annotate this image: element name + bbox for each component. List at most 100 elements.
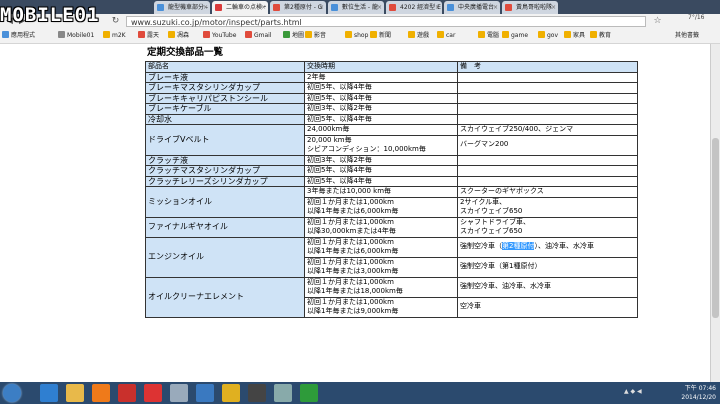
interval-cell: 2年毎 (304, 71, 458, 83)
browser-tab[interactable]: 中央廣播電台 × (444, 1, 500, 14)
browser-tab[interactable]: 4202 經濟型 E × (386, 1, 442, 14)
bookmark-label: m2K (112, 32, 126, 39)
bookmark-label: 影音 (314, 32, 327, 39)
tab-label: 數位生活 - 龍 (342, 4, 378, 11)
notes-cell (457, 113, 638, 125)
app-green-icon[interactable] (300, 384, 318, 402)
clock-time: 下午 07:46 (684, 385, 716, 392)
bookmark-label: Mobile01 (67, 32, 95, 39)
calculator-icon[interactable] (274, 384, 292, 402)
bookmark-item[interactable]: gov (538, 29, 558, 43)
address-input[interactable]: www.suzuki.co.jp/motor/inspect/parts.htm… (126, 16, 646, 27)
notes-cell (457, 175, 638, 187)
interval-cell: 初回3年、以降2年毎 (304, 103, 458, 115)
ie-icon[interactable] (40, 384, 58, 402)
part-name-cell: クラッチ液 (145, 154, 305, 166)
chrome-icon[interactable] (222, 384, 240, 402)
bookmark-label: 地圖 (292, 32, 305, 39)
browser-tab[interactable]: 黃鳥哥啦啦隊 × (502, 1, 558, 14)
tab-close-icon[interactable]: × (377, 1, 382, 14)
bookmark-item[interactable]: Mobile01 (58, 29, 94, 43)
notes-cell (457, 103, 638, 115)
tab-favicon-icon (331, 4, 338, 11)
bookmark-label: YouTube (212, 32, 237, 39)
tab-close-icon[interactable]: × (551, 1, 556, 14)
media-player-icon[interactable] (92, 384, 110, 402)
app-red-icon[interactable] (144, 384, 162, 402)
bookmark-item[interactable]: 遊戲 (408, 29, 429, 43)
explorer-icon[interactable] (66, 384, 84, 402)
bookmark-icon (408, 31, 415, 38)
part-name-cell: ミッションオイル (145, 186, 305, 218)
tab-favicon-icon (389, 4, 396, 11)
bookmark-label: 家具 (573, 32, 586, 39)
scrollbar-thumb[interactable] (712, 138, 719, 318)
tools-icon[interactable] (170, 384, 188, 402)
part-name-cell: ファイナルギヤオイル (145, 216, 305, 238)
tab-close-icon[interactable]: × (261, 1, 266, 14)
part-name-cell: ブレーキ液 (145, 71, 305, 83)
table-row: ブレーキマスタシリンダカップ 初回5年、以降4年毎 (145, 82, 638, 94)
part-name-cell: オイルクリーナエレメント (145, 276, 305, 318)
header-interval: 交換時期 (304, 61, 458, 73)
start-button[interactable] (3, 384, 21, 402)
app-blue-icon[interactable] (196, 384, 214, 402)
notes-cell: 強制空冷車（第1種原付） (457, 256, 638, 278)
header-part: 部品名 (145, 61, 305, 73)
selected-text[interactable]: 第2種原付 (502, 242, 535, 251)
bookmark-item[interactable]: game (502, 29, 528, 43)
bookmark-item[interactable]: YouTube (203, 29, 236, 43)
notes-cell: 強制空冷車、油冷車、水冷車 (457, 276, 638, 298)
app-dark-icon[interactable] (248, 384, 266, 402)
bookmark-icon (103, 31, 110, 38)
bookmark-item[interactable]: car (437, 29, 455, 43)
bookmark-label: 露天 (147, 32, 160, 39)
table-row: ドライブVベルト 24,000km毎 スカイウェイブ250/400、ジェンマ (145, 124, 638, 156)
browser-tab[interactable]: 龍型機車部分 - × (154, 1, 210, 14)
bookmark-item[interactable]: 應用程式 (2, 29, 35, 43)
bookmark-label: 教育 (599, 32, 612, 39)
bookmark-icon (478, 31, 485, 38)
vertical-scrollbar[interactable] (710, 44, 720, 382)
star-icon[interactable]: ☆ (652, 16, 663, 27)
table-row: クラッチレリーズシリンダカップ 初回5年、以降4年毎 (145, 175, 638, 187)
browser-tab[interactable]: 第2種原付 - G × (270, 1, 326, 14)
part-name-cell: ブレーキケーブル (145, 103, 305, 115)
bookmark-item[interactable]: 影音 (305, 29, 326, 43)
bookmark-item[interactable]: 新聞 (370, 29, 391, 43)
page-content: 定期交換部品一覧 部品名 交換時期 備 考 ブレーキ液 2年毎 ブレーキマスタシリン… (0, 44, 710, 382)
bookmark-item[interactable]: m2K (103, 29, 126, 43)
bookmark-item[interactable]: 露天 (138, 29, 159, 43)
pinned-app-icon[interactable] (118, 384, 136, 402)
browser-tab[interactable]: 二輪車の点検・ × (212, 1, 268, 14)
header-notes: 備 考 (457, 61, 638, 73)
bookmark-item[interactable]: 家具 (564, 29, 585, 43)
tab-close-icon[interactable]: × (435, 1, 440, 14)
interval-cell: 初回5年、以降4年毎 (304, 165, 458, 177)
bookmark-item[interactable]: 凋森 (168, 29, 189, 43)
interval-cell: 初回１か月または1,000km 以降30,000kmまたは4年毎 (304, 216, 458, 238)
other-bookmarks[interactable]: 其他書籤 (675, 29, 699, 43)
bookmark-item[interactable]: Gmail (245, 29, 272, 43)
interval-cell: 初回１か月または1,000km 以降1年毎または6,000km毎 (304, 196, 458, 218)
notes-cell (457, 92, 638, 104)
bookmark-item[interactable]: 地圖 (283, 29, 304, 43)
tab-label: 黃鳥哥啦啦隊 (516, 4, 553, 11)
notes-cell (457, 71, 638, 83)
browser-tab[interactable]: 數位生活 - 龍 × (328, 1, 384, 14)
table-header-row: 部品名 交換時期 備 考 (145, 61, 638, 73)
taskbar-clock[interactable]: 下午 07:46 2014/12/20 (681, 384, 716, 402)
bookmark-item[interactable]: shop (345, 29, 368, 43)
bookmark-icon (502, 31, 509, 38)
bookmark-item[interactable]: 電腦 (478, 29, 499, 43)
part-name-cell: ブレーキキャリパピストンシール (145, 92, 305, 104)
bookmark-icon (345, 31, 352, 38)
system-tray[interactable]: ▲ ◆ ◀ (624, 388, 642, 395)
tab-close-icon[interactable]: × (203, 1, 208, 14)
interval-cell: 初回5年、以降4年毎 (304, 113, 458, 125)
bookmark-item[interactable]: 教育 (590, 29, 611, 43)
table-row: ブレーキキャリパピストンシール 初回5年、以降4年毎 (145, 92, 638, 104)
tab-close-icon[interactable]: × (319, 1, 324, 14)
tab-favicon-icon (157, 4, 164, 11)
tab-close-icon[interactable]: × (493, 1, 498, 14)
